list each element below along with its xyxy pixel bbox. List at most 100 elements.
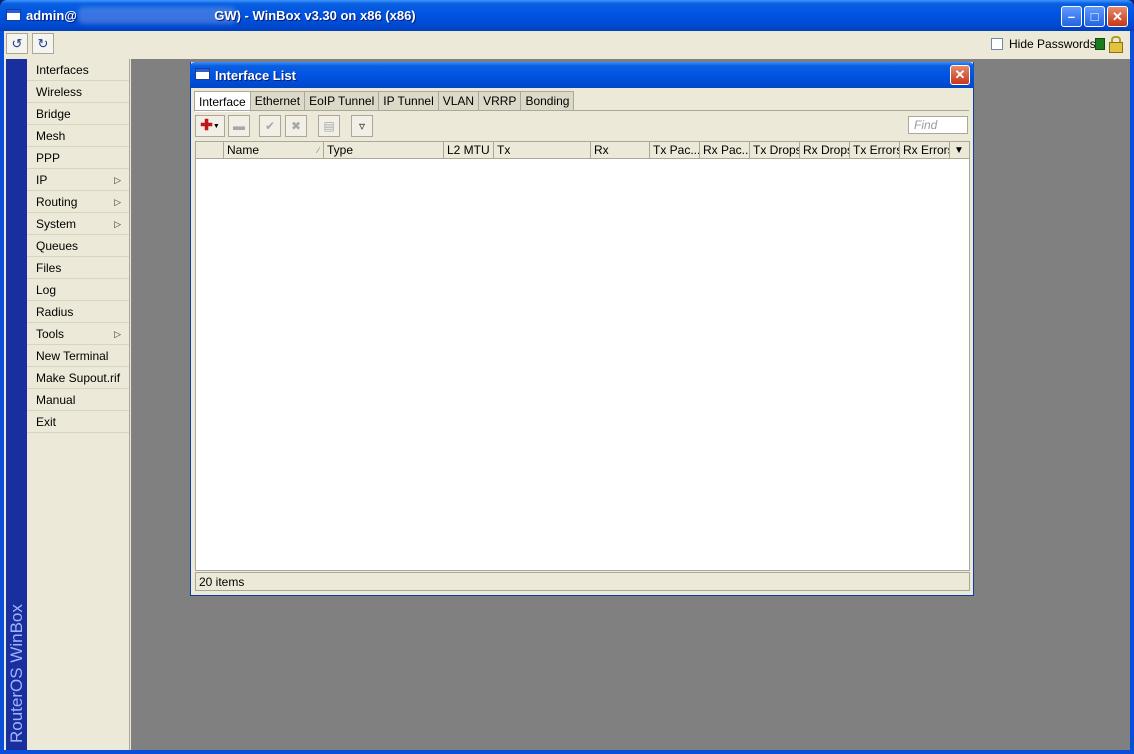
column-header-label: Rx Drops bbox=[803, 143, 850, 157]
column-header-name[interactable]: Name ∕ bbox=[224, 142, 324, 159]
find-input[interactable]: Find bbox=[908, 116, 968, 134]
app-title-bar[interactable]: admin@ GW) - WinBox v3.30 on x86 (x86) –… bbox=[0, 0, 1134, 31]
hide-passwords-checkbox[interactable] bbox=[991, 38, 1003, 50]
menu-item-label: System bbox=[36, 217, 77, 231]
column-header-label: Rx bbox=[594, 143, 609, 157]
column-header-tx-errors[interactable]: Tx Errors bbox=[850, 142, 900, 159]
tab-interface[interactable]: Interface bbox=[194, 91, 251, 112]
menu-item-radius[interactable]: Radius bbox=[27, 301, 129, 323]
menu-item-wireless[interactable]: Wireless bbox=[27, 81, 129, 103]
menu-item-label: Wireless bbox=[36, 85, 83, 99]
main-toolbar: ↺ ↻ Hide Passwords bbox=[4, 31, 1130, 58]
menu-item-label: Make Supout.rif bbox=[36, 371, 121, 385]
table-header: Name ∕ Type L2 MTU Tx Rx Tx Pac... Rx Pac... Tx … bbox=[196, 142, 969, 159]
column-header-type[interactable]: Type bbox=[324, 142, 444, 159]
remove-button[interactable]: ▬ bbox=[228, 115, 250, 137]
tab-ethernet[interactable]: Ethernet bbox=[250, 91, 306, 111]
column-header-label: Rx Pac... bbox=[703, 143, 750, 157]
menu-item-bridge[interactable]: Bridge bbox=[27, 103, 129, 125]
check-icon: ✔ bbox=[264, 119, 276, 133]
plus-icon: ✚ bbox=[200, 117, 213, 134]
column-header-rx-drops[interactable]: Rx Drops bbox=[800, 142, 850, 159]
connection-status-indicator bbox=[1095, 38, 1105, 50]
add-button[interactable]: ✚▼ bbox=[195, 115, 225, 137]
minimize-button[interactable]: – bbox=[1061, 6, 1082, 27]
menu-item-queues[interactable]: Queues bbox=[27, 235, 129, 257]
comment-icon: ▤ bbox=[323, 119, 335, 133]
menu-item-log[interactable]: Log bbox=[27, 279, 129, 301]
brand-label: RouterOS WinBox bbox=[7, 604, 26, 743]
comment-button[interactable]: ▤ bbox=[318, 115, 340, 137]
menu-item-label: Log bbox=[36, 283, 57, 297]
column-header-tx-pac[interactable]: Tx Pac... bbox=[650, 142, 700, 159]
submenu-arrow-icon: ▷ bbox=[114, 329, 121, 339]
menu-item-tools[interactable]: Tools ▷ bbox=[27, 323, 129, 345]
side-menu: Interfaces Wireless Bridge Mesh PPP IP ▷ Routin… bbox=[27, 59, 130, 750]
menu-item-ppp[interactable]: PPP bbox=[27, 147, 129, 169]
menu-item-label: Files bbox=[36, 261, 62, 275]
interface-tabs: Interface Ethernet EoIP Tunnel IP Tunnel VLA… bbox=[194, 91, 575, 112]
menu-item-system[interactable]: System ▷ bbox=[27, 213, 129, 235]
column-header-l2-mtu[interactable]: L2 MTU bbox=[444, 142, 494, 159]
interface-list-close-button[interactable]: ✕ bbox=[950, 65, 970, 85]
interface-table[interactable]: Name ∕ Type L2 MTU Tx Rx Tx Pac... Rx Pac... Tx … bbox=[195, 141, 970, 571]
menu-item-mesh[interactable]: Mesh bbox=[27, 125, 129, 147]
redo-button[interactable]: ↻ bbox=[32, 33, 54, 54]
brand-label-svg: RouterOS WinBox bbox=[7, 604, 26, 743]
tab-eoip-tunnel[interactable]: EoIP Tunnel bbox=[305, 91, 380, 111]
column-header-tx-drops[interactable]: Tx Drops bbox=[750, 142, 800, 159]
x-icon: ✖ bbox=[290, 119, 302, 133]
enable-button[interactable]: ✔ bbox=[259, 115, 281, 137]
tab-vrrp[interactable]: VRRP bbox=[479, 91, 522, 111]
column-header-rx-pac[interactable]: Rx Pac... bbox=[700, 142, 750, 159]
menu-item-routing[interactable]: Routing ▷ bbox=[27, 191, 129, 213]
menu-item-label: Radius bbox=[36, 305, 74, 319]
column-header-label: Tx Pac... bbox=[653, 143, 700, 157]
hide-passwords-label: Hide Passwords bbox=[1009, 37, 1096, 51]
app-window-icon[interactable] bbox=[6, 9, 21, 21]
lock-icon bbox=[1108, 36, 1123, 53]
column-header-flags[interactable] bbox=[196, 142, 224, 159]
close-icon: ✕ bbox=[954, 67, 966, 82]
tab-bonding[interactable]: Bonding bbox=[521, 91, 575, 111]
interface-list-title-bar[interactable]: Interface List ✕ bbox=[190, 62, 974, 88]
menu-item-exit[interactable]: Exit bbox=[27, 411, 129, 433]
column-header-label: Tx Drops bbox=[753, 143, 800, 157]
close-button[interactable]: ✕ bbox=[1107, 6, 1128, 27]
tab-ip-tunnel[interactable]: IP Tunnel bbox=[379, 91, 439, 111]
menu-item-ip[interactable]: IP ▷ bbox=[27, 169, 129, 191]
menu-item-files[interactable]: Files bbox=[27, 257, 129, 279]
menu-item-label: Mesh bbox=[36, 129, 66, 143]
minimize-icon: – bbox=[1067, 9, 1076, 24]
maximize-button[interactable]: □ bbox=[1084, 6, 1105, 27]
submenu-arrow-icon: ▷ bbox=[114, 175, 121, 185]
hide-passwords-toggle[interactable]: Hide Passwords bbox=[991, 37, 1096, 51]
app-title: admin@ GW) - WinBox v3.30 on x86 (x86) bbox=[26, 8, 416, 23]
column-header-label: Name bbox=[227, 143, 260, 157]
undo-button[interactable]: ↺ bbox=[6, 33, 28, 54]
menu-item-new-terminal[interactable]: New Terminal bbox=[27, 345, 129, 367]
tab-vlan[interactable]: VLAN bbox=[438, 91, 480, 111]
menu-item-manual[interactable]: Manual bbox=[27, 389, 129, 411]
column-header-rx[interactable]: Rx bbox=[591, 142, 650, 159]
menu-item-interfaces[interactable]: Interfaces bbox=[27, 59, 129, 81]
column-header-label: Tx Errors bbox=[853, 143, 900, 157]
filter-button[interactable]: ▿ bbox=[351, 115, 373, 137]
redo-icon: ↻ bbox=[37, 36, 49, 51]
disable-button[interactable]: ✖ bbox=[285, 115, 307, 137]
column-chooser-button[interactable]: ▼ bbox=[950, 142, 968, 159]
column-header-label: Tx bbox=[497, 143, 511, 157]
undo-icon: ↺ bbox=[11, 36, 23, 51]
column-header-rx-errors[interactable]: Rx Errors bbox=[900, 142, 950, 159]
menu-item-label: Exit bbox=[36, 415, 57, 429]
filter-icon: ▿ bbox=[358, 119, 366, 133]
window-icon[interactable] bbox=[195, 68, 210, 80]
menu-item-label: Tools bbox=[36, 327, 65, 341]
menu-item-label: New Terminal bbox=[36, 349, 109, 363]
menu-item-make-supout-rif[interactable]: Make Supout.rif bbox=[27, 367, 129, 389]
column-header-tx[interactable]: Tx bbox=[494, 142, 591, 159]
menu-item-label: Interfaces bbox=[36, 63, 89, 77]
interface-list-window: Interface List ✕ Interface Ethernet EoIP T… bbox=[190, 62, 974, 596]
dropdown-arrow-icon: ▼ bbox=[212, 123, 220, 130]
sort-arrow-icon: ∕ bbox=[317, 146, 319, 155]
